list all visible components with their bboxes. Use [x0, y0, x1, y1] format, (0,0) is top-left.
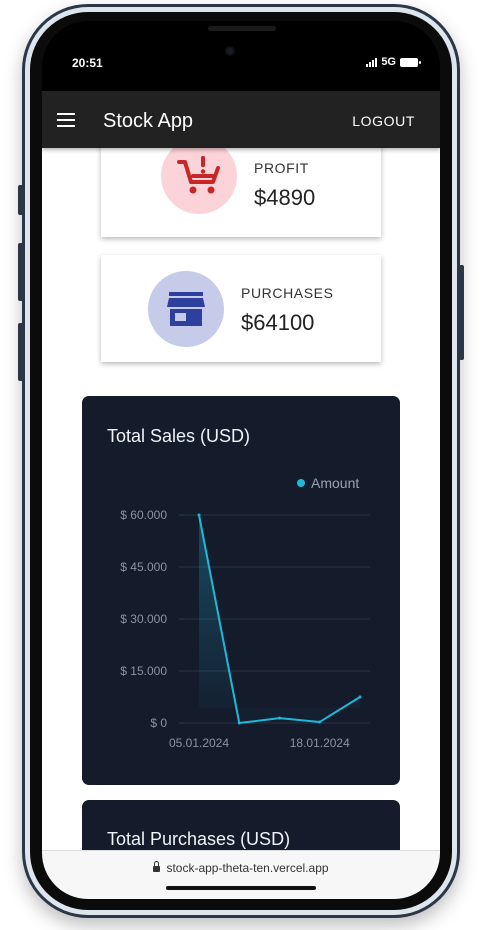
cart-icon: [177, 156, 220, 194]
x-tick-label: 18.01.2024: [290, 736, 350, 750]
data-point: [358, 695, 362, 699]
store-icon: [167, 292, 205, 326]
purchases-label: PURCHASES: [241, 285, 334, 301]
status-indicators: 5G: [366, 56, 421, 68]
main-content: PROFIT $4890 PURCHASES $64100 Total Sale…: [42, 148, 440, 850]
sales-chart-card: Total Sales (USD) Amount $ 0 $ 15.000 $ 30…: [82, 396, 400, 785]
data-point: [237, 721, 241, 725]
home-indicator[interactable]: [166, 886, 316, 890]
data-point: [197, 513, 201, 517]
purchases-chart-title: Total Purchases (USD): [107, 829, 291, 849]
app-bar: Stock App LOGOUT: [42, 91, 440, 148]
app-title: Stock App: [103, 110, 194, 132]
status-time: 20:51: [72, 56, 103, 70]
menu-icon[interactable]: [57, 113, 75, 127]
phone-volume-up-button: [18, 243, 23, 301]
url-text: stock-app-theta-ten.vercel.app: [166, 861, 329, 875]
profit-card: PROFIT $4890: [101, 148, 381, 237]
network-type: 5G: [381, 56, 396, 68]
front-camera: [225, 46, 235, 56]
browser-url-bar[interactable]: stock-app-theta-ten.vercel.app: [42, 850, 440, 899]
logout-button[interactable]: LOGOUT: [352, 113, 415, 129]
phone-action-button: [18, 185, 23, 215]
profit-value: $4890: [254, 185, 316, 210]
profit-icon-circle: [161, 148, 237, 214]
data-point: [318, 720, 322, 724]
y-tick-label: $ 0: [150, 716, 167, 730]
y-tick-label: $ 30.000: [120, 612, 167, 626]
y-tick-label: $ 60.000: [120, 508, 167, 522]
purchases-chart-card: Total Purchases (USD): [82, 800, 400, 850]
speaker-grille: [208, 26, 276, 31]
y-tick-label: $ 15.000: [120, 664, 167, 678]
x-tick-label: 05.01.2024: [169, 736, 229, 750]
phone-screen: 20:51 5G Stock App LOGOUT PROFIT $4890 P…: [42, 21, 440, 899]
status-bar: 20:51 5G: [42, 21, 440, 91]
purchases-value: $64100: [241, 310, 315, 335]
battery-icon: [400, 57, 421, 67]
y-tick-label: $ 45.000: [120, 560, 167, 574]
phone-power-button: [459, 265, 464, 360]
lock-icon: [153, 861, 161, 872]
data-point: [278, 716, 281, 720]
url-display[interactable]: stock-app-theta-ten.vercel.app: [42, 861, 440, 875]
sales-chart: $ 0 $ 15.000 $ 30.000 $ 45.000 $ 60.000 05.01…: [120, 508, 370, 750]
profit-label: PROFIT: [254, 160, 309, 176]
purchases-icon-circle: [148, 271, 224, 347]
signal-icon: [366, 57, 378, 67]
phone-volume-down-button: [18, 323, 23, 381]
purchases-card: PURCHASES $64100: [101, 255, 381, 362]
